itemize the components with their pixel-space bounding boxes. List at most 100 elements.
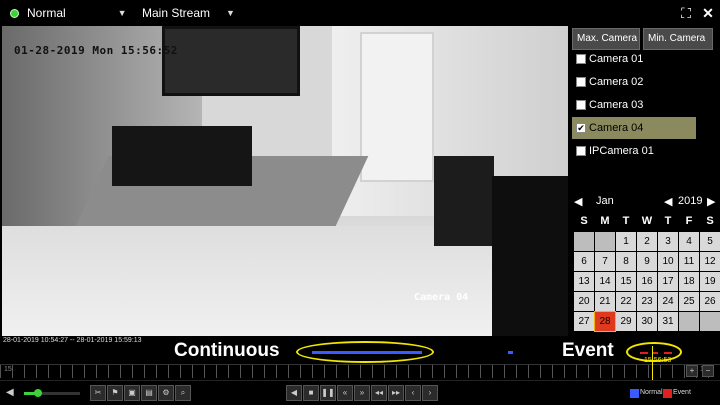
camera-item[interactable]: ✔ Camera 04: [572, 117, 696, 139]
calendar-weekday: M: [595, 212, 615, 231]
calendar-day[interactable]: 21: [595, 292, 615, 311]
status-dot-icon: [10, 8, 19, 18]
calendar-day[interactable]: 7: [595, 252, 615, 271]
calendar-day[interactable]: 6: [574, 252, 594, 271]
osd-timestamp: 01-28-2019 Mon 15:56:52: [14, 44, 178, 57]
tag-icon[interactable]: ⚑: [107, 385, 123, 401]
volume-icon[interactable]: ◀: [6, 387, 14, 398]
event-legend-swatch: [663, 389, 672, 398]
calendar-day[interactable]: 15: [616, 272, 636, 291]
scale-label-left: 15: [4, 366, 12, 373]
video-view[interactable]: 01-28-2019 Mon 15:56:52 Camera 04: [2, 26, 568, 336]
clip-icon[interactable]: ✂: [90, 385, 106, 401]
search-icon[interactable]: ⌕: [175, 385, 191, 401]
camera-panel: Max. Camera Min. Camera Camera 01 Camera …: [570, 26, 720, 336]
prev-month-icon[interactable]: ◀: [574, 194, 582, 208]
chevron-down-icon: ▼: [226, 8, 235, 18]
pause-icon[interactable]: ❚❚: [320, 385, 336, 401]
settings-icon[interactable]: ⚙: [158, 385, 174, 401]
scene-mirror: [162, 26, 300, 96]
calendar-day[interactable]: 25: [679, 292, 699, 311]
chevron-down-icon: ▼: [117, 8, 127, 18]
calendar-day[interactable]: 26: [700, 292, 720, 311]
calendar-day[interactable]: 2: [637, 232, 657, 251]
rewind-30s-icon[interactable]: «: [337, 385, 353, 401]
calendar-day[interactable]: 20: [574, 292, 594, 311]
forward-30s-icon[interactable]: »: [354, 385, 370, 401]
calendar-day[interactable]: 1: [616, 232, 636, 251]
osd-camera-name: Camera 04: [414, 292, 469, 303]
calendar-day[interactable]: 30: [637, 312, 657, 331]
camera-item[interactable]: Camera 03: [572, 94, 696, 116]
zoom-out-timeline-icon[interactable]: −: [702, 365, 714, 377]
camera-item[interactable]: Camera 02: [572, 71, 696, 93]
calendar-day[interactable]: 14: [595, 272, 615, 291]
calendar-day[interactable]: 13: [574, 272, 594, 291]
fast-play-icon[interactable]: ▸▸: [388, 385, 404, 401]
calendar-grid: S M T W T F S 1 2 3 4 5 6 7 8 9 10 11 12 13 14 15 16 17 18 19 20 21…: [574, 212, 720, 332]
calendar-day[interactable]: 17: [658, 272, 678, 291]
scene-door: [360, 32, 434, 182]
next-day-icon[interactable]: ›: [422, 385, 438, 401]
calendar-day[interactable]: 16: [637, 272, 657, 291]
previous-day-icon[interactable]: ‹: [405, 385, 421, 401]
calendar-day[interactable]: 27: [574, 312, 594, 331]
camera-item[interactable]: IPCamera 01: [572, 140, 696, 162]
calendar-empty-cell: [574, 232, 594, 251]
calendar-day[interactable]: 19: [700, 272, 720, 291]
calendar-day[interactable]: 31: [658, 312, 678, 331]
scene-counter: [492, 176, 568, 336]
calendar-day[interactable]: 5: [700, 232, 720, 251]
calendar-day[interactable]: 22: [616, 292, 636, 311]
calendar-day[interactable]: 8: [616, 252, 636, 271]
reverse-play-icon[interactable]: ◀: [286, 385, 302, 401]
volume-slider[interactable]: [24, 389, 80, 397]
camera-item-label: Camera 03: [589, 99, 644, 111]
calendar-day[interactable]: 23: [637, 292, 657, 311]
camera-checkbox[interactable]: [576, 77, 586, 87]
calendar-day[interactable]: 29: [616, 312, 636, 331]
camera-checkbox[interactable]: ✔: [576, 123, 586, 133]
camera-item-label: Camera 02: [589, 76, 644, 88]
digital-zoom-icon[interactable]: ▤: [141, 385, 157, 401]
close-icon[interactable]: ✕: [699, 4, 717, 22]
calendar-weekday: W: [637, 212, 657, 231]
normal-legend-label: Normal: [640, 389, 663, 396]
calendar-day[interactable]: 28: [594, 311, 616, 332]
mode-dropdown[interactable]: Normal ▼: [10, 4, 127, 22]
calendar-empty-cell: [595, 232, 615, 251]
calendar-day[interactable]: 18: [679, 272, 699, 291]
fullscreen-icon[interactable]: ⛶: [677, 4, 695, 22]
stream-dropdown-value: Main Stream: [142, 6, 211, 20]
calendar-day[interactable]: 10: [658, 252, 678, 271]
stream-dropdown[interactable]: Main Stream ▼: [142, 4, 235, 22]
calendar-weekday: T: [616, 212, 636, 231]
calendar-day[interactable]: 3: [658, 232, 678, 251]
calendar-day[interactable]: 9: [637, 252, 657, 271]
camera-checkbox[interactable]: [576, 54, 586, 64]
max-camera-button[interactable]: Max. Camera: [572, 28, 640, 50]
stop-icon[interactable]: ■: [303, 385, 319, 401]
volume-knob[interactable]: [34, 389, 42, 397]
lock-icon[interactable]: ▣: [124, 385, 140, 401]
camera-item[interactable]: Camera 01: [572, 48, 696, 70]
top-bar: Normal ▼ Main Stream ▼ ⛶ ✕: [0, 0, 720, 26]
zoom-in-timeline-icon[interactable]: +: [686, 365, 698, 377]
calendar-day[interactable]: 12: [700, 252, 720, 271]
camera-item-label: Camera 01: [589, 53, 644, 65]
continuous-record-bar: [508, 351, 513, 354]
calendar-year: 2019: [678, 195, 703, 207]
camera-checkbox[interactable]: [576, 100, 586, 110]
time-scale[interactable]: [0, 364, 720, 378]
calendar-day[interactable]: 24: [658, 292, 678, 311]
calendar-month: Jan: [596, 195, 614, 207]
slow-play-icon[interactable]: ◂◂: [371, 385, 387, 401]
continuous-label: Continuous: [174, 340, 280, 361]
camera-checkbox[interactable]: [576, 146, 586, 156]
next-year-icon[interactable]: ▶: [707, 194, 715, 208]
calendar-day[interactable]: 11: [679, 252, 699, 271]
prev-year-icon[interactable]: ◀: [664, 194, 672, 208]
calendar-day[interactable]: 4: [679, 232, 699, 251]
cursor-time: 15:56:53: [644, 357, 672, 364]
min-camera-button[interactable]: Min. Camera: [643, 28, 713, 50]
